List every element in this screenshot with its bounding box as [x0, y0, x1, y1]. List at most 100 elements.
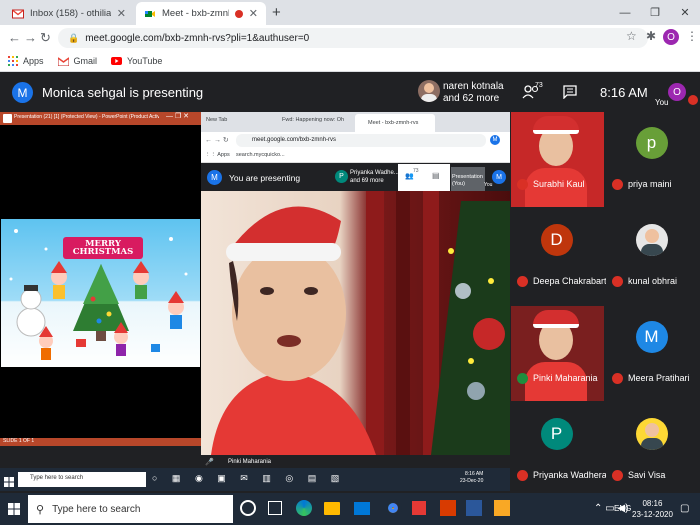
mic-on-icon	[517, 373, 528, 384]
windows-start-icon[interactable]	[8, 503, 20, 515]
notifications-icon[interactable]: ▢	[680, 503, 689, 514]
tab-meet[interactable]: Meet - bxb-zmnh-rvs ✕	[136, 2, 266, 25]
participant-tile[interactable]: M Meera Pratihari	[606, 306, 699, 401]
taskbar-date: 23-12-2020	[632, 510, 673, 519]
participant-tile[interactable]: Pinki Maharania	[511, 306, 604, 401]
inner-participant-more: and 69 more	[350, 178, 384, 184]
language-indicator[interactable]: ENG	[614, 504, 631, 513]
extensions-icon[interactable]: ✱	[646, 29, 656, 43]
maximize-icon[interactable]: ❐	[640, 0, 670, 25]
new-tab-icon[interactable]: +	[272, 4, 281, 21]
chat-button[interactable]	[563, 85, 577, 104]
task-view-icon[interactable]	[268, 501, 282, 515]
you-label: You	[655, 98, 669, 107]
inner-video-feed	[201, 191, 510, 455]
participant-photo	[511, 306, 604, 401]
inner-presenter-avatar: M	[207, 170, 222, 185]
tab-meet-label: Meet - bxb-zmnh-rvs	[162, 8, 229, 19]
edge-icon[interactable]	[296, 500, 312, 516]
participant-tile[interactable]: Savi Visa	[606, 403, 699, 498]
inner-clock-time: 8:16 AM	[465, 471, 484, 477]
windows-taskbar: ⚲ Type here to search ⌃ ▭ ◀) ENG 08:16 2…	[0, 493, 700, 525]
powerpoint-title: Presentation (21) [1] (Protected View) -…	[14, 114, 159, 120]
presenter-text: Monica sehgal is presenting	[42, 85, 204, 100]
chat-icon	[563, 85, 577, 100]
tab-inbox[interactable]: Inbox (158) - othilia@theindians ✕	[4, 2, 134, 25]
sticky-notes-icon[interactable]	[494, 500, 510, 516]
participant-photo	[511, 112, 604, 207]
inner-people-count: 73	[413, 168, 419, 174]
inner-taskbar-apps: ○ ▦ ◉ ▣ ✉ ▥ ◎ ▤ ▧	[152, 473, 346, 483]
participant-preview: naren kotnala and 62 more	[443, 81, 504, 105]
inner-profile-avatar: M	[490, 135, 500, 145]
window-close-icon[interactable]: ✕	[670, 0, 700, 25]
inner-tab-fwd: Fwd: Happening now: Oh	[282, 117, 345, 123]
close-icon[interactable]: ✕	[117, 7, 126, 20]
inner-bookmark-apps: ⋮⋮ Apps	[205, 152, 230, 158]
bookmarks-bar: Apps Gmail YouTube	[0, 51, 700, 72]
word-icon[interactable]	[466, 500, 482, 516]
file-explorer-icon[interactable]	[324, 502, 340, 515]
meet-icon	[145, 10, 155, 17]
participant-avatar: P	[540, 417, 573, 450]
mic-off-icon	[612, 276, 623, 287]
people-count: 73	[535, 82, 543, 89]
minimize-icon[interactable]: —	[610, 0, 640, 25]
self-mic-off-icon	[688, 95, 698, 105]
star-icon[interactable]: ☆	[626, 29, 637, 43]
mail-icon[interactable]	[354, 502, 370, 515]
mic-off-icon	[612, 373, 623, 384]
inner-tab-newtab: New Tab	[206, 117, 228, 123]
back-icon[interactable]: ←	[8, 30, 21, 45]
inner-clock-date: 23-Dec-20	[460, 478, 484, 484]
inner-nav-icons: ← → ↻	[205, 137, 229, 144]
participant-preview-name: naren kotnala	[443, 81, 504, 92]
search-icon: ⚲	[36, 503, 45, 516]
powerpoint-window-controls[interactable]: — ❐ ✕	[166, 112, 189, 120]
participant-tile[interactable]: Surabhi Kaul	[511, 112, 604, 207]
inner-participant-name: Priyanka Wadhe...	[350, 170, 399, 176]
bookmark-apps[interactable]: Apps	[8, 56, 44, 66]
inner-presentation-text: Presentation	[452, 174, 483, 180]
participant-avatar: D	[540, 223, 573, 256]
powerpoint-icon[interactable]	[440, 500, 456, 516]
participant-name: Deepa Chakrabarty	[533, 276, 612, 286]
chrome-icon[interactable]	[384, 499, 402, 517]
inner-chat-icon: ▤	[432, 171, 440, 180]
inner-search-placeholder: Type here to search	[30, 475, 84, 481]
self-avatar: O	[668, 83, 686, 101]
reload-icon[interactable]: ↻	[40, 30, 51, 46]
profile-avatar[interactable]: O	[663, 29, 679, 45]
participant-tile[interactable]: p priya maini	[606, 112, 699, 207]
mic-off-icon	[517, 179, 528, 190]
taskbar-clock[interactable]: 08:16 23-12-2020	[632, 498, 673, 520]
participant-name: Pinki Maharania	[533, 373, 598, 383]
powerpoint-icon	[3, 114, 12, 123]
inner-video-mic-icon: 🎤	[205, 459, 214, 466]
participant-tile[interactable]: D Deepa Chakrabarty	[511, 209, 611, 304]
inner-self-avatar: M	[492, 170, 506, 184]
participant-tile[interactable]: kunal obhrai	[606, 209, 699, 304]
christmas-slide: MERRY CHRISTMAS	[1, 219, 200, 367]
participant-name: Priyanka Wadhera	[533, 470, 607, 480]
url-bar[interactable]: 🔒 meet.google.com/bxb-zmnh-rvs?pli=1&aut…	[58, 28, 648, 48]
bookmark-youtube[interactable]: YouTube	[111, 56, 162, 66]
participant-photo	[635, 417, 668, 450]
slide-status: SLIDE 1 OF 1	[3, 438, 35, 444]
inner-participant-avatar: P	[335, 170, 348, 183]
participant-preview-more: and 62 more	[443, 93, 500, 104]
url-text: meet.google.com/bxb-zmnh-rvs?pli=1&authu…	[85, 32, 310, 44]
cortana-icon[interactable]	[240, 500, 256, 516]
meet-clock: 8:16 AM	[600, 85, 648, 100]
taskbar-search-box[interactable]: ⚲ Type here to search	[28, 495, 233, 523]
bookmark-apps-label: Apps	[23, 56, 44, 66]
bookmark-gmail[interactable]: Gmail	[57, 56, 98, 66]
forward-icon[interactable]: →	[24, 30, 37, 45]
slide-text: MERRY CHRISTMAS	[72, 239, 134, 257]
bookmark-gmail-label: Gmail	[73, 56, 98, 66]
taskbar-app-icon[interactable]	[412, 501, 426, 515]
menu-icon[interactable]: ⋮	[686, 29, 698, 43]
mic-off-icon	[517, 276, 528, 287]
participant-tile[interactable]: P Priyanka Wadhera	[511, 403, 607, 498]
close-icon[interactable]: ✕	[249, 7, 258, 20]
